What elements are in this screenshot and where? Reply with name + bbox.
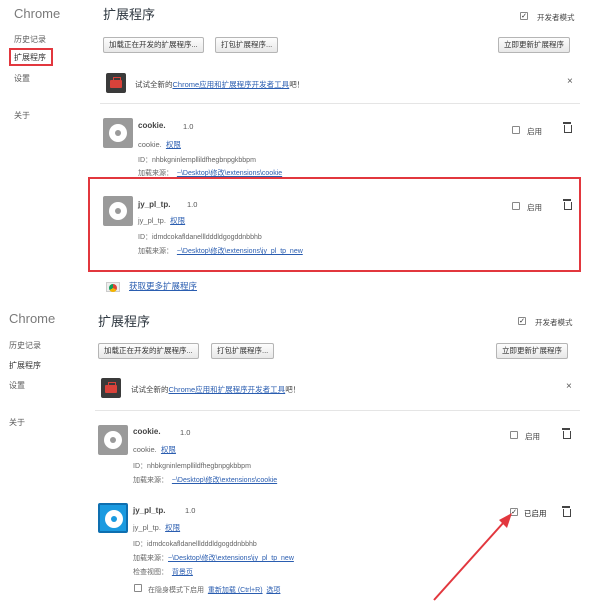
extension-description: jy_pl_tp. 权限: [138, 216, 186, 225]
extension-id: ID：nhbkgninlempllildfhegbnpgkbbpm: [138, 157, 256, 164]
extensions-page-before: Chrome 历史记录 扩展程序 设置 关于 扩展程序 ✓ 开发者模式 加载正在…: [0, 0, 589, 300]
get-more-extensions-link[interactable]: 获取更多扩展程序: [129, 280, 197, 292]
enable-checkbox[interactable]: [512, 126, 520, 134]
enable-label: 启用: [527, 127, 542, 136]
toolbox-icon: [106, 73, 126, 93]
pack-extension-button[interactable]: 打包扩展程序...: [215, 37, 279, 53]
page-title: 扩展程序: [103, 7, 156, 22]
extension-icon: [103, 118, 133, 148]
red-arrow-annotation: [433, 513, 512, 601]
promo-close-icon[interactable]: ×: [567, 76, 573, 87]
extension-description: cookie. 权限: [138, 140, 181, 149]
nav-about[interactable]: 关于: [14, 110, 30, 121]
enable-checkbox[interactable]: [512, 202, 520, 210]
extensions-page-after: Chrome 历史记录 扩展程序 设置 关于 扩展程序 ✓ 开发者模式 加载正在…: [0, 306, 589, 606]
load-unpacked-button[interactable]: 加载正在开发的扩展程序...: [103, 37, 204, 53]
update-extensions-button[interactable]: 立即更新扩展程序: [498, 37, 570, 53]
web-store-icon: [106, 278, 120, 292]
permissions-link[interactable]: 权限: [170, 216, 185, 225]
extension-name: cookie.: [138, 121, 166, 130]
source-path-link[interactable]: ~\Desktop\修改\extensions\jy_pl_tp_new: [177, 248, 303, 255]
extension-id: ID：idmdcokafldanellldddldgogddnbbhb: [138, 234, 262, 241]
enable-label: 启用: [527, 203, 542, 212]
nav-history[interactable]: 历史记录: [14, 34, 46, 45]
promo-text: 试试全新的Chrome应用和扩展程序开发者工具吧！: [135, 80, 305, 89]
source-path-link[interactable]: ~\Desktop\修改\extensions\cookie: [177, 170, 282, 177]
nav-extensions-highlight: [9, 48, 53, 66]
permissions-link[interactable]: 权限: [166, 140, 181, 149]
extension-icon: [103, 196, 133, 226]
extension-version: 1.0: [183, 122, 194, 131]
extension-name: jy_pl_tp.: [138, 200, 171, 209]
dev-tools-link[interactable]: Chrome应用和扩展程序开发者工具: [173, 80, 290, 89]
dev-mode-label: 开发者模式: [537, 13, 575, 22]
extension-version: 1.0: [187, 200, 198, 209]
trash-icon[interactable]: [563, 122, 572, 133]
extension-source: 加载来源： ~\Desktop\修改\extensions\jy_pl_tp_n…: [138, 248, 303, 255]
chrome-brand: Chrome: [14, 6, 61, 21]
dev-mode-checkbox[interactable]: ✓: [520, 12, 528, 20]
trash-icon[interactable]: [563, 199, 572, 210]
divider: [100, 103, 580, 104]
nav-settings[interactable]: 设置: [14, 73, 30, 84]
